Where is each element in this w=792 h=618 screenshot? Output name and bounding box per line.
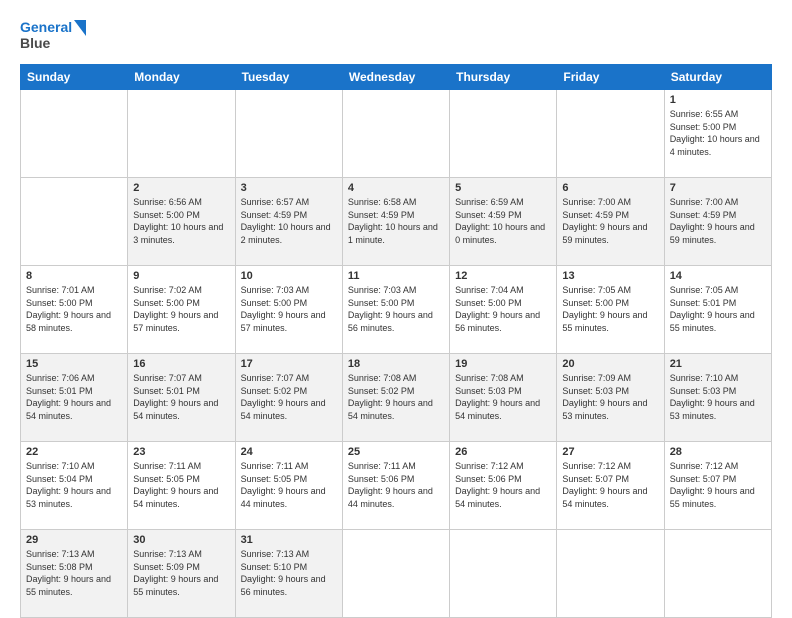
day-of-week-header: Friday bbox=[557, 65, 664, 90]
calendar-day: 17Sunrise: 7:07 AMSunset: 5:02 PMDayligh… bbox=[235, 354, 342, 442]
calendar-day: 12Sunrise: 7:04 AMSunset: 5:00 PMDayligh… bbox=[450, 266, 557, 354]
calendar-day: 23Sunrise: 7:11 AMSunset: 5:05 PMDayligh… bbox=[128, 442, 235, 530]
empty-cell bbox=[21, 178, 128, 266]
empty-cell bbox=[557, 90, 664, 178]
empty-cell bbox=[557, 530, 664, 618]
logo: General Blue bbox=[20, 16, 90, 54]
calendar-day: 7Sunrise: 7:00 AMSunset: 4:59 PMDaylight… bbox=[664, 178, 771, 266]
calendar-day: 9Sunrise: 7:02 AMSunset: 5:00 PMDaylight… bbox=[128, 266, 235, 354]
empty-cell bbox=[450, 530, 557, 618]
calendar-day: 22Sunrise: 7:10 AMSunset: 5:04 PMDayligh… bbox=[21, 442, 128, 530]
svg-text:Blue: Blue bbox=[20, 35, 51, 51]
empty-cell bbox=[450, 90, 557, 178]
header: General Blue bbox=[20, 16, 772, 54]
calendar-day: 27Sunrise: 7:12 AMSunset: 5:07 PMDayligh… bbox=[557, 442, 664, 530]
empty-cell bbox=[342, 530, 449, 618]
empty-cell bbox=[128, 90, 235, 178]
calendar-day: 21Sunrise: 7:10 AMSunset: 5:03 PMDayligh… bbox=[664, 354, 771, 442]
day-of-week-header: Tuesday bbox=[235, 65, 342, 90]
calendar-day: 8Sunrise: 7:01 AMSunset: 5:00 PMDaylight… bbox=[21, 266, 128, 354]
calendar-day: 1Sunrise: 6:55 AMSunset: 5:00 PMDaylight… bbox=[664, 90, 771, 178]
empty-cell bbox=[235, 90, 342, 178]
day-of-week-header: Thursday bbox=[450, 65, 557, 90]
calendar-day: 14Sunrise: 7:05 AMSunset: 5:01 PMDayligh… bbox=[664, 266, 771, 354]
logo-svg: General Blue bbox=[20, 16, 90, 54]
calendar-day: 13Sunrise: 7:05 AMSunset: 5:00 PMDayligh… bbox=[557, 266, 664, 354]
calendar-day: 29Sunrise: 7:13 AMSunset: 5:08 PMDayligh… bbox=[21, 530, 128, 618]
calendar-day: 24Sunrise: 7:11 AMSunset: 5:05 PMDayligh… bbox=[235, 442, 342, 530]
calendar-day: 3Sunrise: 6:57 AMSunset: 4:59 PMDaylight… bbox=[235, 178, 342, 266]
calendar-day: 18Sunrise: 7:08 AMSunset: 5:02 PMDayligh… bbox=[342, 354, 449, 442]
calendar-day: 6Sunrise: 7:00 AMSunset: 4:59 PMDaylight… bbox=[557, 178, 664, 266]
empty-cell bbox=[664, 530, 771, 618]
empty-cell bbox=[21, 90, 128, 178]
day-of-week-header: Saturday bbox=[664, 65, 771, 90]
calendar-day: 4Sunrise: 6:58 AMSunset: 4:59 PMDaylight… bbox=[342, 178, 449, 266]
day-of-week-header: Monday bbox=[128, 65, 235, 90]
calendar-day: 31Sunrise: 7:13 AMSunset: 5:10 PMDayligh… bbox=[235, 530, 342, 618]
empty-cell bbox=[342, 90, 449, 178]
calendar-day: 11Sunrise: 7:03 AMSunset: 5:00 PMDayligh… bbox=[342, 266, 449, 354]
calendar-table: SundayMondayTuesdayWednesdayThursdayFrid… bbox=[20, 64, 772, 618]
calendar-day: 10Sunrise: 7:03 AMSunset: 5:00 PMDayligh… bbox=[235, 266, 342, 354]
day-of-week-header: Wednesday bbox=[342, 65, 449, 90]
calendar-day: 25Sunrise: 7:11 AMSunset: 5:06 PMDayligh… bbox=[342, 442, 449, 530]
calendar-day: 30Sunrise: 7:13 AMSunset: 5:09 PMDayligh… bbox=[128, 530, 235, 618]
day-of-week-header: Sunday bbox=[21, 65, 128, 90]
calendar-body: 1Sunrise: 6:55 AMSunset: 5:00 PMDaylight… bbox=[21, 90, 772, 618]
calendar-day: 5Sunrise: 6:59 AMSunset: 4:59 PMDaylight… bbox=[450, 178, 557, 266]
calendar-header: SundayMondayTuesdayWednesdayThursdayFrid… bbox=[21, 65, 772, 90]
calendar-day: 2Sunrise: 6:56 AMSunset: 5:00 PMDaylight… bbox=[128, 178, 235, 266]
calendar-day: 19Sunrise: 7:08 AMSunset: 5:03 PMDayligh… bbox=[450, 354, 557, 442]
calendar-day: 15Sunrise: 7:06 AMSunset: 5:01 PMDayligh… bbox=[21, 354, 128, 442]
calendar-day: 16Sunrise: 7:07 AMSunset: 5:01 PMDayligh… bbox=[128, 354, 235, 442]
calendar-day: 26Sunrise: 7:12 AMSunset: 5:06 PMDayligh… bbox=[450, 442, 557, 530]
calendar-page: General Blue SundayMondayTuesdayWednesda… bbox=[0, 0, 792, 612]
calendar-day: 20Sunrise: 7:09 AMSunset: 5:03 PMDayligh… bbox=[557, 354, 664, 442]
svg-text:General: General bbox=[20, 19, 72, 35]
calendar-day: 28Sunrise: 7:12 AMSunset: 5:07 PMDayligh… bbox=[664, 442, 771, 530]
